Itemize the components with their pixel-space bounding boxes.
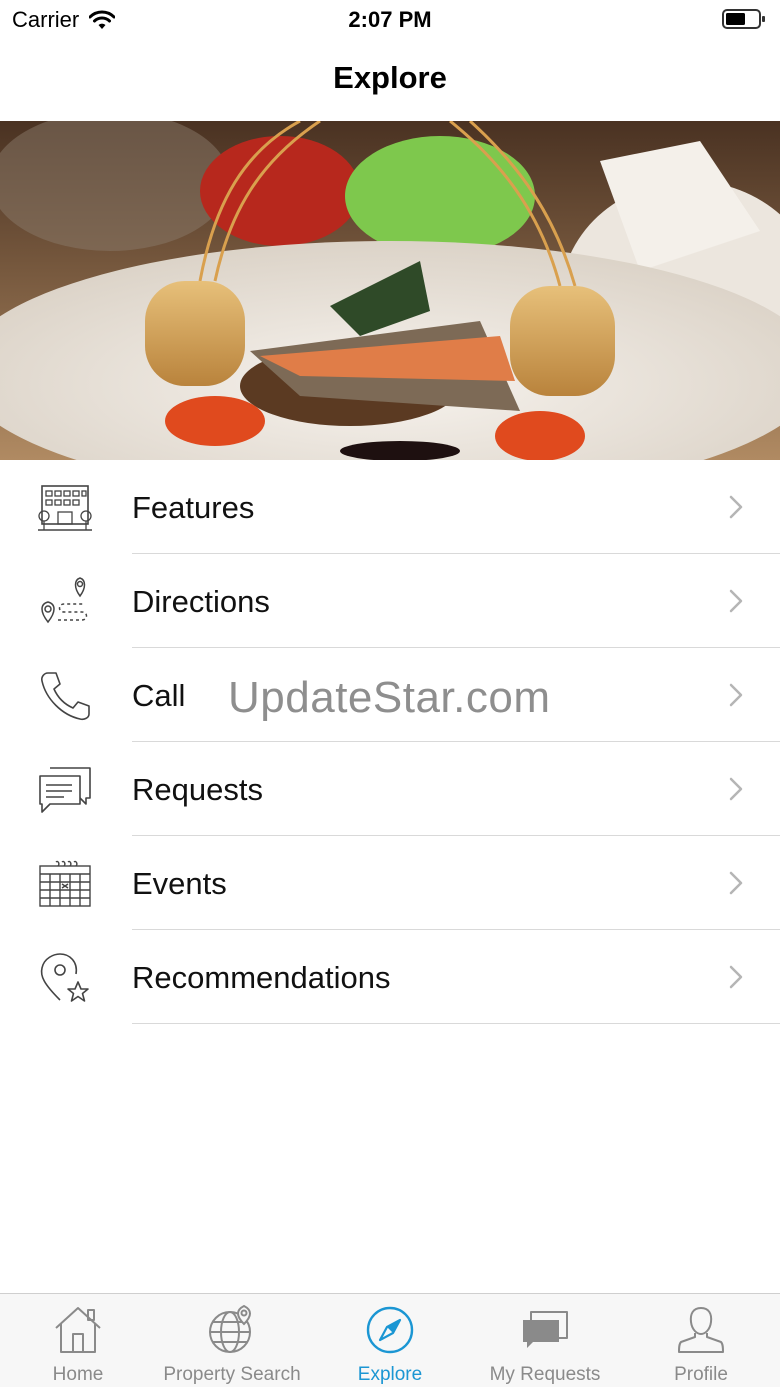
- chevron-right-icon: [729, 683, 743, 707]
- chevron-right-icon: [729, 777, 743, 801]
- tab-bar: Home Property Search Explore My Requests: [0, 1293, 780, 1387]
- tab-label: My Requests: [489, 1364, 601, 1385]
- menu-item-directions[interactable]: Directions: [0, 554, 780, 648]
- chevron-right-icon: [729, 965, 743, 989]
- phone-icon: [41, 672, 90, 721]
- menu-item-features[interactable]: Features: [0, 460, 780, 554]
- status-bar: Carrier 2:07 PM: [0, 0, 780, 40]
- location-star-icon: [40, 953, 89, 1002]
- menu-item-label: Events: [132, 866, 227, 901]
- menu-item-recommendations[interactable]: Recommendations: [0, 930, 780, 1024]
- menu-item-label: Requests: [132, 772, 263, 807]
- tab-my-requests[interactable]: My Requests: [475, 1294, 615, 1387]
- menu-item-label: Call: [132, 678, 186, 713]
- menu-item-label: Recommendations: [132, 960, 391, 995]
- chat-bubbles-icon: [523, 1311, 568, 1348]
- compass-icon: [366, 1306, 414, 1354]
- tab-label: Explore: [357, 1364, 423, 1385]
- chat-icon: [39, 767, 91, 813]
- watermark-text: UpdateStar.com: [228, 673, 551, 722]
- tab-explore[interactable]: Explore: [340, 1294, 440, 1387]
- menu-item-label: Features: [132, 490, 255, 525]
- explore-menu: Features Directions Call Requests Events…: [0, 460, 780, 1024]
- tab-label: Profile: [674, 1364, 728, 1385]
- tab-label: Home: [52, 1364, 104, 1385]
- divider: [132, 1023, 780, 1024]
- person-icon: [678, 1307, 724, 1353]
- globe-pin-icon: [209, 1304, 251, 1353]
- calendar-icon: [39, 860, 91, 907]
- clock: 2:07 PM: [348, 7, 432, 32]
- chevron-right-icon: [729, 495, 743, 519]
- hero-image: [0, 121, 780, 460]
- directions-icon: [41, 577, 88, 624]
- tab-property-search[interactable]: Property Search: [152, 1294, 312, 1387]
- tab-label: Property Search: [163, 1364, 301, 1385]
- building-icon: [38, 485, 92, 531]
- chevron-right-icon: [729, 589, 743, 613]
- tab-home[interactable]: Home: [28, 1294, 128, 1387]
- menu-item-events[interactable]: Events: [0, 836, 780, 930]
- battery-icon: [722, 9, 765, 29]
- menu-item-requests[interactable]: Requests: [0, 742, 780, 836]
- menu-item-label: Directions: [132, 584, 270, 619]
- chevron-right-icon: [729, 871, 743, 895]
- page-title: Explore: [333, 60, 447, 95]
- home-icon: [55, 1307, 101, 1353]
- tab-profile[interactable]: Profile: [651, 1294, 751, 1387]
